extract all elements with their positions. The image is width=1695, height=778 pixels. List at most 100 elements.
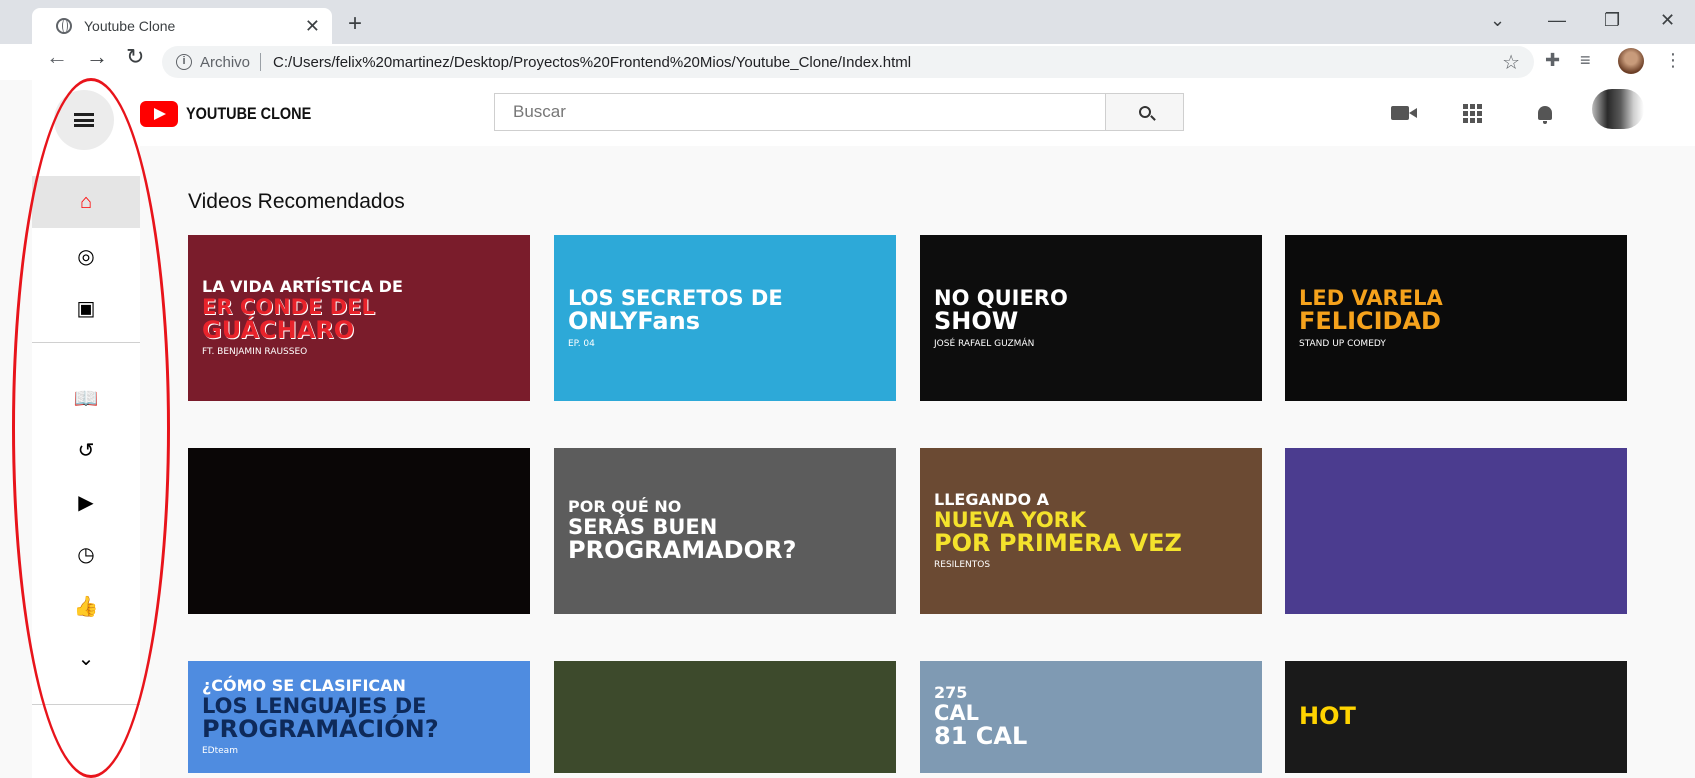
video-thumbnail[interactable]: LED VARELA FELICIDAD STAND UP COMEDY bbox=[1285, 235, 1627, 401]
video-thumbnail[interactable]: LA VIDA ARTÍSTICA DE ER CONDE DEL GUÁCHARO… bbox=[188, 235, 530, 401]
sidebar-item-home[interactable]: ⌂ bbox=[32, 176, 140, 228]
clock-icon: ◷ bbox=[77, 543, 95, 566]
browser-tab[interactable]: Youtube Clone ✕ bbox=[32, 8, 332, 44]
bookmark-star-icon[interactable]: ☆ bbox=[1502, 50, 1520, 75]
info-icon[interactable]: i bbox=[176, 54, 192, 70]
play-icon: ▶ bbox=[78, 491, 94, 514]
thumbnail-caption: STAND UP COMEDY bbox=[1299, 338, 1386, 349]
thumbnail-title-line: SERÁS BUEN bbox=[568, 514, 718, 539]
minimize-button[interactable]: — bbox=[1548, 10, 1566, 31]
thumbnail-title-line: HOT bbox=[1299, 702, 1356, 731]
video-thumbnail[interactable]: ¿CÓMO SE CLASIFICAN LOS LENGUAJES DE PROGR… bbox=[188, 661, 530, 773]
browser-menu-icon[interactable]: ⋮ bbox=[1664, 50, 1682, 71]
search-input[interactable] bbox=[495, 94, 1105, 130]
forward-button[interactable]: → bbox=[86, 44, 108, 70]
thumbnail-title-line: FELICIDAD bbox=[1299, 307, 1441, 336]
video-thumbnail[interactable]: LLEGANDO A NUEVA YORK POR PRIMERA VEZ RESIL… bbox=[920, 448, 1262, 614]
notifications-button[interactable] bbox=[1532, 100, 1558, 126]
thumbnail-title-line: 81 CAL bbox=[934, 721, 1028, 750]
url-text[interactable]: C:/Users/felix%20martinez/Desktop/Proyec… bbox=[273, 54, 911, 71]
thumbnail-title-line: NUEVA YORK bbox=[934, 507, 1087, 532]
hamburger-menu-button[interactable] bbox=[54, 90, 114, 150]
sidebar: ⌂ ◎ ▣ 📖 ↺ ▶ ◷ 👍 ⌄ bbox=[32, 80, 140, 778]
tab-search-button[interactable]: ⌄ bbox=[1490, 10, 1505, 31]
video-thumbnail[interactable]: 275 CAL 81 CAL bbox=[920, 661, 1262, 773]
sidebar-divider bbox=[32, 342, 140, 343]
media-control-icon[interactable]: ≡ bbox=[1580, 50, 1591, 71]
close-window-button[interactable]: ✕ bbox=[1660, 10, 1675, 31]
compass-icon: ◎ bbox=[77, 245, 95, 268]
browser-toolbar: ← → ↻ i Archivo C:/Users/felix%20martine… bbox=[0, 44, 1695, 80]
thumbnail-title-line: ER CONDE DEL bbox=[202, 294, 375, 319]
search-icon bbox=[1138, 106, 1151, 118]
thumbnail-title-line: ONLYFans bbox=[568, 307, 700, 336]
thumbnail-title-line: ¿CÓMO SE CLASIFICAN bbox=[202, 675, 406, 695]
thumbnail-title-line: LOS SECRETOS DE bbox=[568, 286, 783, 311]
upload-video-button[interactable] bbox=[1387, 100, 1417, 126]
sidebar-item-subscriptions[interactable]: ▣ bbox=[32, 282, 140, 334]
tab-strip: Youtube Clone ✕ + ⌄ — ❐ ✕ bbox=[0, 8, 1695, 44]
globe-icon bbox=[56, 18, 72, 34]
video-thumbnail[interactable] bbox=[1285, 448, 1627, 614]
chevron-down-icon: ⌄ bbox=[77, 647, 95, 670]
sidebar-item-watch-later[interactable]: ◷ bbox=[32, 528, 140, 580]
thumbnail-caption: EP. 04 bbox=[568, 338, 595, 349]
thumbnail-title-line: LLEGANDO A bbox=[934, 489, 1050, 509]
video-thumbnail[interactable]: HOT bbox=[1285, 661, 1627, 773]
youtube-logo-icon bbox=[140, 101, 178, 127]
new-tab-button[interactable]: + bbox=[348, 10, 362, 38]
video-thumbnail[interactable]: LOS SECRETOS DE ONLYFans EP. 04 bbox=[554, 235, 896, 401]
thumbnail-title-line: CAL bbox=[934, 700, 980, 725]
search-bar bbox=[494, 93, 1184, 131]
thumbnail-title-line: LOS LENGUAJES DE bbox=[202, 693, 427, 718]
thumbnail-caption: JOSÉ RAFAEL GUZMÁN bbox=[934, 338, 1035, 349]
address-bar[interactable]: i Archivo C:/Users/felix%20martinez/Desk… bbox=[162, 46, 1534, 78]
thumbnail-title-line: SHOW bbox=[934, 307, 1019, 336]
restore-button[interactable]: ❐ bbox=[1604, 10, 1620, 31]
subscriptions-icon: ▣ bbox=[76, 297, 96, 320]
browser-profile-avatar[interactable] bbox=[1618, 48, 1644, 74]
thumbnail-title-line: POR PRIMERA VEZ bbox=[934, 528, 1182, 557]
video-thumbnail[interactable] bbox=[188, 448, 530, 614]
address-separator bbox=[260, 53, 262, 71]
bell-icon bbox=[1538, 106, 1552, 124]
thumbs-up-icon: 👍 bbox=[73, 595, 99, 618]
thumbnail-title-line: LED VARELA bbox=[1299, 286, 1443, 311]
thumbnail-caption: RESILENTOS bbox=[934, 560, 991, 571]
library-icon: 📖 bbox=[73, 387, 99, 410]
thumbnail-title-line: 275 bbox=[934, 682, 968, 702]
thumbnail-title-line: NO QUIERO bbox=[934, 286, 1068, 311]
thumbnail-title-line: LA VIDA ARTÍSTICA DE bbox=[202, 276, 403, 296]
video-thumbnail[interactable] bbox=[554, 661, 896, 773]
back-button[interactable]: ← bbox=[46, 44, 68, 70]
thumbnail-caption: FT. BENJAMIN RAUSSEO bbox=[202, 347, 308, 358]
video-thumbnail[interactable]: NO QUIERO SHOW JOSÉ RAFAEL GUZMÁN bbox=[920, 235, 1262, 401]
search-button[interactable] bbox=[1105, 94, 1183, 130]
user-avatar[interactable] bbox=[1592, 89, 1644, 129]
thumbnail-title-line: POR QUÉ NO bbox=[568, 496, 682, 516]
close-tab-icon[interactable]: ✕ bbox=[305, 16, 320, 37]
thumbnail-title-line: PROGRAMACIÓN? bbox=[202, 714, 439, 743]
apps-grid-icon bbox=[1462, 103, 1482, 123]
logo[interactable]: YOUTUBE CLONE bbox=[140, 101, 333, 127]
hamburger-icon bbox=[74, 113, 94, 127]
sidebar-item-explore[interactable]: ◎ bbox=[32, 230, 140, 282]
video-camera-icon bbox=[1391, 106, 1417, 120]
sidebar-item-library[interactable]: 📖 bbox=[32, 372, 140, 424]
tab-title: Youtube Clone bbox=[84, 18, 176, 34]
scheme-label: Archivo bbox=[200, 53, 251, 71]
home-icon: ⌂ bbox=[79, 190, 93, 213]
reload-button[interactable]: ↻ bbox=[126, 44, 144, 70]
extensions-icon[interactable]: ✚ bbox=[1545, 50, 1560, 71]
apps-button[interactable] bbox=[1459, 100, 1485, 126]
thumbnail-title-line: GUÁCHARO bbox=[202, 315, 355, 344]
app-header: YOUTUBE CLONE bbox=[140, 80, 1695, 146]
video-thumbnail[interactable]: POR QUÉ NO SERÁS BUEN PROGRAMADOR? bbox=[554, 448, 896, 614]
sidebar-divider bbox=[32, 704, 140, 705]
sidebar-item-your-videos[interactable]: ▶ bbox=[32, 476, 140, 528]
sidebar-item-liked[interactable]: 👍 bbox=[32, 580, 140, 632]
browser-chrome: Youtube Clone ✕ + ⌄ — ❐ ✕ ← → ↻ i Archiv… bbox=[0, 0, 1695, 80]
logo-text: YOUTUBE CLONE bbox=[186, 104, 312, 123]
sidebar-item-history[interactable]: ↺ bbox=[32, 424, 140, 476]
sidebar-item-show-more[interactable]: ⌄ bbox=[32, 632, 140, 684]
